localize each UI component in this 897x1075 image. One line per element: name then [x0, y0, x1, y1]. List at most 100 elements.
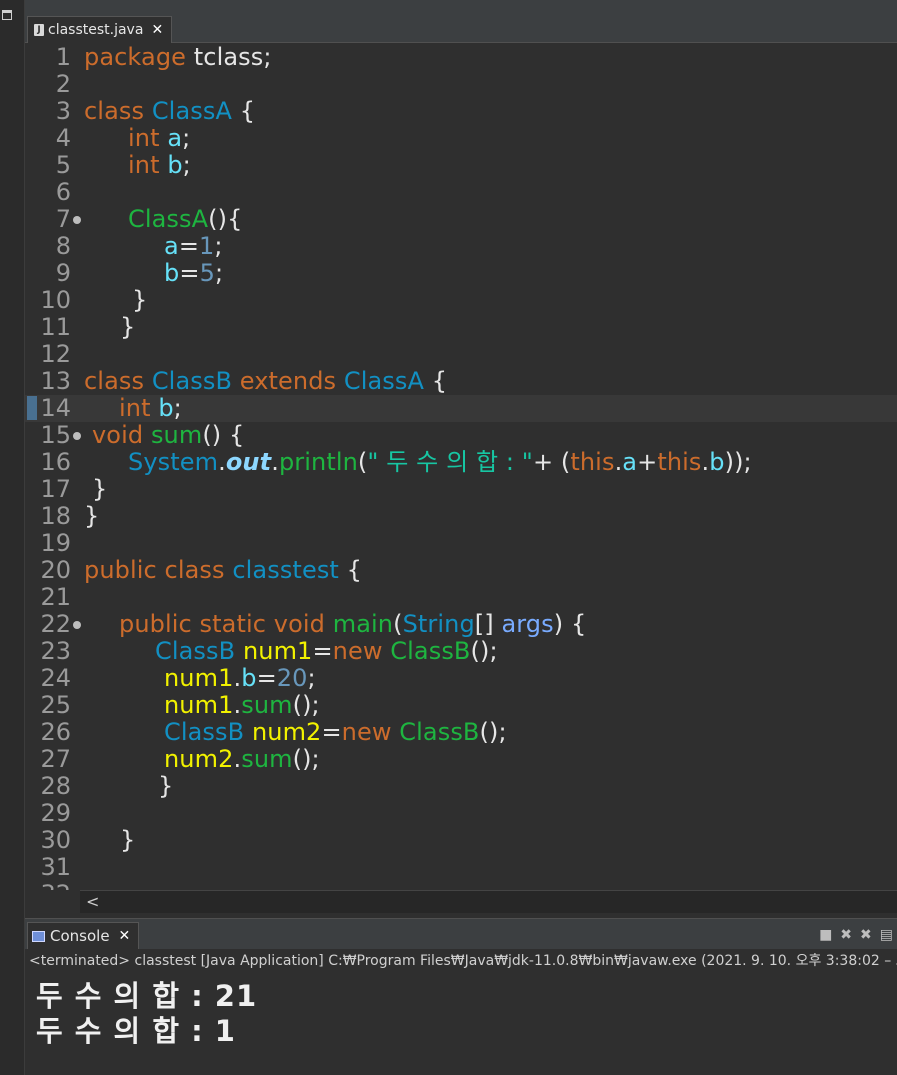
line-number: 25 [40, 691, 71, 719]
code-line[interactable]: System.out.println(" 두 수 의 합 : "+ (this.… [84, 449, 897, 476]
code-editor[interactable]: 1 2 3 4 5 6 7 8 9 10 11 12 13 14 15 16 17 18 19 20 21 22 23 24 2… [25, 43, 897, 890]
code-line[interactable] [84, 530, 897, 557]
code-token: num2 [251, 718, 322, 746]
code-token: static [199, 610, 267, 638]
code-token: println [278, 448, 358, 476]
code-token: } [92, 475, 108, 503]
code-line[interactable] [84, 881, 897, 890]
terminate-icon[interactable]: ■ [819, 927, 832, 943]
console-output[interactable]: 두 수 의 합 : 21 두 수 의 합 : 1 [25, 973, 897, 1075]
remove-launch-icon[interactable]: ✖ [840, 927, 852, 943]
line-number: 17 [40, 475, 71, 503]
line-number: 8 [55, 232, 71, 260]
code-line[interactable] [84, 341, 897, 368]
code-line[interactable]: a=1; [84, 233, 897, 260]
code-token: )); [724, 448, 752, 476]
line-number: 27 [40, 745, 71, 773]
code-token: ClassB [399, 718, 480, 746]
code-token: num1 [164, 664, 234, 692]
scroll-left-arrow-icon[interactable]: < [86, 891, 99, 913]
code-token: (); [292, 745, 320, 773]
code-line[interactable]: int b; [84, 152, 897, 179]
code-token: [] [474, 610, 502, 638]
code-line[interactable]: ClassA(){ [84, 206, 897, 233]
code-line[interactable]: num1.sum(); [84, 692, 897, 719]
line-number: 11 [40, 313, 71, 341]
code-line[interactable]: } [84, 503, 897, 530]
code-token: } [120, 313, 136, 341]
code-line[interactable]: } [84, 827, 897, 854]
remove-all-terminated-icon[interactable]: ✖ [860, 927, 872, 943]
console-output-line: 두 수 의 합 : 1 [36, 1014, 236, 1048]
code-line[interactable]: } [84, 287, 897, 314]
code-token: sum [241, 745, 293, 773]
code-line[interactable] [84, 854, 897, 881]
code-line[interactable]: int b; [84, 395, 897, 422]
line-number: 10 [40, 286, 71, 314]
horizontal-scrollbar[interactable]: < [80, 890, 897, 913]
fold-toggle-icon[interactable] [73, 216, 81, 224]
code-line[interactable] [84, 584, 897, 611]
code-token: = [256, 664, 277, 692]
code-token: a [167, 124, 183, 152]
code-token: ClassB [151, 367, 233, 395]
code-area[interactable]: package tclass; class ClassA {int a; int b… [84, 43, 897, 890]
code-token: ( [357, 448, 368, 476]
line-number: 13 [40, 367, 71, 395]
code-line[interactable]: } [84, 476, 897, 503]
code-token: int [128, 151, 160, 179]
code-token: b [167, 151, 183, 179]
code-line[interactable] [84, 71, 897, 98]
code-line[interactable]: class ClassB extends ClassA { [84, 368, 897, 395]
line-number: 23 [40, 637, 71, 665]
line-number: 30 [40, 826, 71, 854]
code-token: sum [150, 421, 203, 449]
code-token: b [158, 394, 174, 422]
code-line[interactable]: } [84, 314, 897, 341]
code-line[interactable]: class ClassA { [84, 98, 897, 125]
code-line[interactable] [84, 179, 897, 206]
code-line[interactable]: ClassB num1=new ClassB(); [84, 638, 897, 665]
code-token: " 두 수 의 합 : " [367, 448, 533, 476]
line-number: 12 [40, 340, 71, 368]
code-token: ) { [553, 610, 587, 638]
code-line[interactable]: void sum() { [84, 422, 897, 449]
line-number: 32 [40, 881, 71, 891]
code-line[interactable] [84, 800, 897, 827]
tab-console[interactable]: Console ✕ [27, 922, 140, 949]
code-token: . [218, 448, 226, 476]
code-token: class [164, 556, 225, 584]
close-icon[interactable]: ✕ [119, 928, 131, 944]
code-line[interactable]: num1.b=20; [84, 665, 897, 692]
code-token: } [120, 826, 136, 854]
line-number-gutter: 1 2 3 4 5 6 7 8 9 10 11 12 13 14 15 16 17 18 19 20 21 22 23 24 2… [25, 43, 81, 890]
code-line[interactable]: package tclass; [84, 44, 897, 71]
console-toolbar: ■ ✖ ✖ ▤ [819, 925, 897, 945]
code-line[interactable]: } [84, 773, 897, 800]
code-line[interactable]: ClassB num2=new ClassB(); [84, 719, 897, 746]
close-icon[interactable]: ✕ [151, 22, 163, 38]
minimize-icon[interactable] [2, 10, 12, 20]
editor-tab-bar: J classtest.java ✕ [25, 12, 897, 43]
code-line[interactable]: public static void main(String[] args) { [84, 611, 897, 638]
code-line[interactable]: int a; [84, 125, 897, 152]
code-line[interactable]: public class classtest { [84, 557, 897, 584]
java-file-icon: J [34, 24, 44, 36]
code-token: { [231, 97, 256, 125]
console-tab-label: Console [50, 927, 110, 945]
fold-toggle-icon[interactable] [73, 621, 81, 629]
code-token: out [225, 448, 272, 476]
fold-toggle-icon[interactable] [73, 432, 81, 440]
code-line[interactable]: num2.sum(); [84, 746, 897, 773]
code-token: 20 [276, 664, 308, 692]
code-token: new [332, 637, 383, 665]
tab-classtest-java[interactable]: J classtest.java ✕ [27, 16, 173, 43]
console-settings-icon[interactable]: ▤ [880, 927, 893, 943]
title-bar [25, 0, 897, 12]
code-line[interactable]: b=5; [84, 260, 897, 287]
